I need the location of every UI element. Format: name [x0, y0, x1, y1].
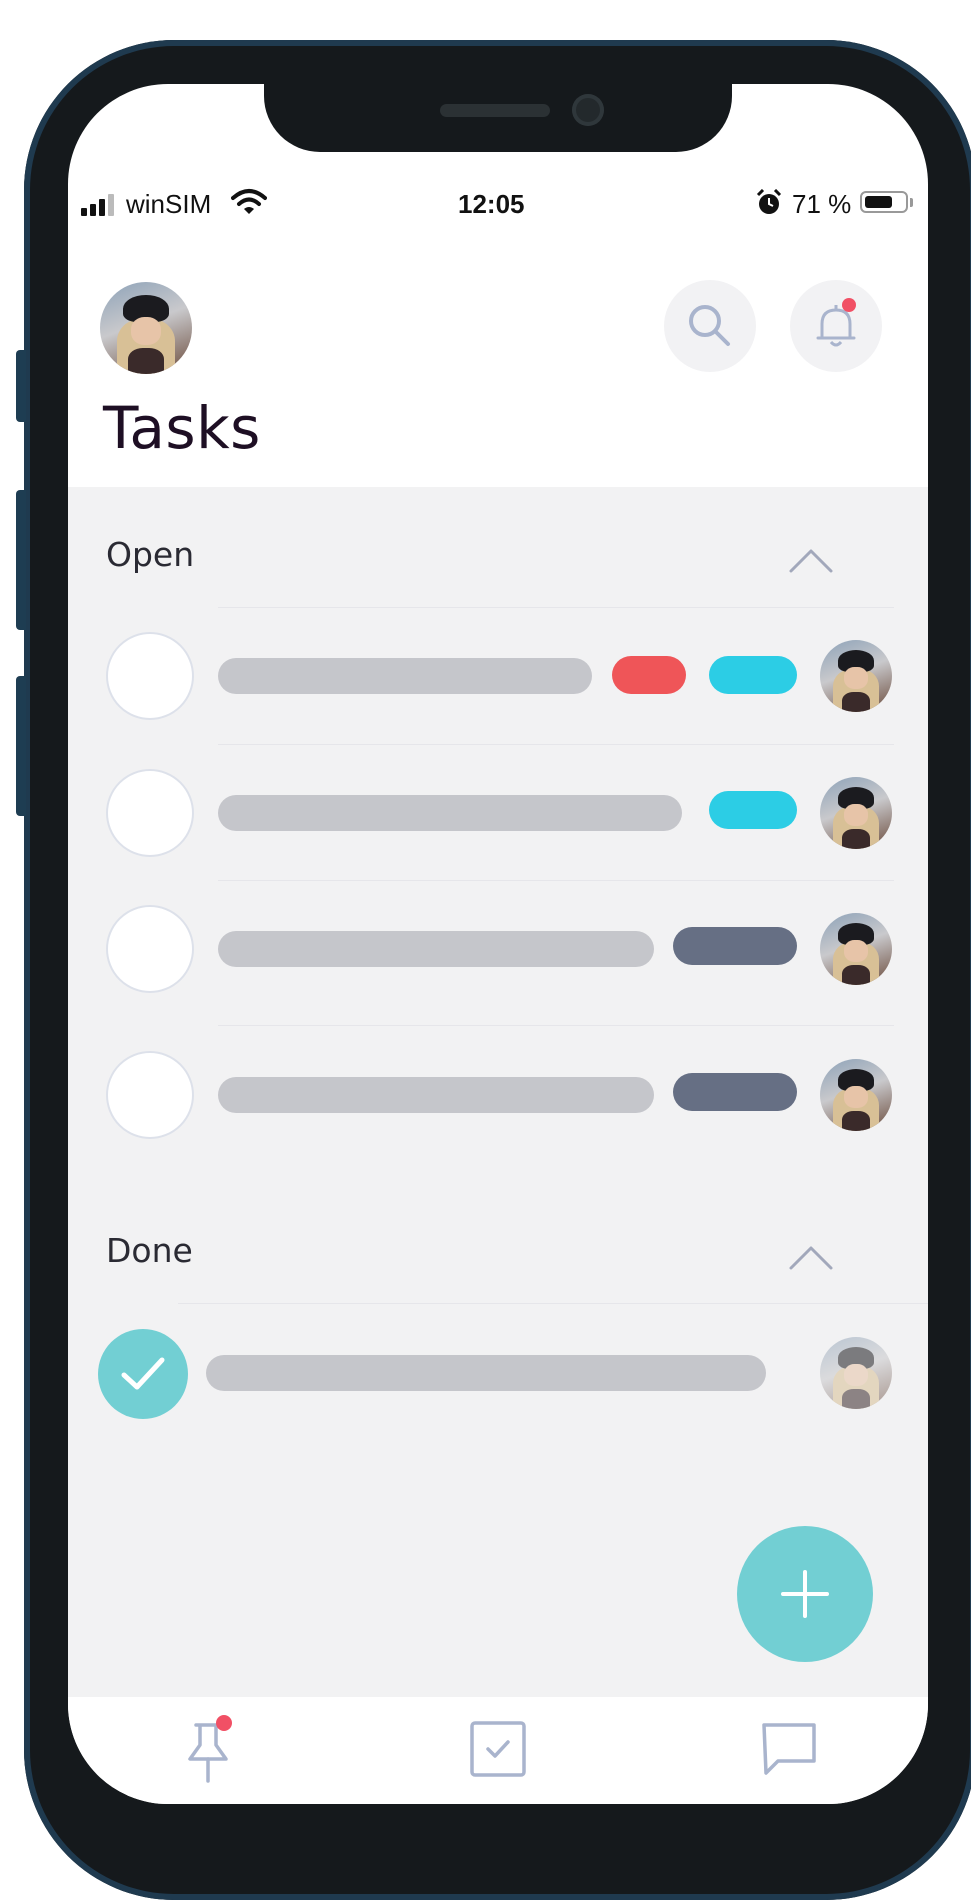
task-checkbox[interactable]	[106, 632, 194, 720]
tab-tasks[interactable]	[448, 1697, 548, 1804]
page-title: Tasks	[103, 394, 261, 462]
pinned-badge	[216, 1715, 232, 1731]
task-title-placeholder	[218, 658, 592, 694]
task-row[interactable]	[68, 608, 928, 744]
completed-checkbox[interactable]	[98, 1329, 188, 1419]
tab-chat[interactable]	[740, 1697, 840, 1804]
volume-up-button	[16, 490, 26, 630]
status-bar: winSIM 12:05 71 %	[68, 186, 928, 222]
task-title-placeholder	[218, 1077, 654, 1113]
battery-percentage: 71 %	[792, 189, 852, 219]
assignee-avatar[interactable]	[820, 1337, 892, 1409]
task-checkbox[interactable]	[106, 769, 194, 857]
task-row[interactable]	[68, 745, 928, 881]
silent-switch	[16, 350, 26, 422]
status-time: 12:05	[458, 189, 525, 219]
task-row[interactable]	[68, 1027, 928, 1163]
speaker	[440, 104, 550, 117]
task-checkbox[interactable]	[106, 1051, 194, 1139]
carrier-name: winSIM	[126, 189, 212, 219]
profile-avatar[interactable]	[100, 282, 192, 374]
task-list: Open Done	[68, 487, 928, 1697]
chevron-up-icon	[789, 1246, 833, 1270]
section-title-done: Done	[106, 1231, 193, 1270]
assignee-avatar[interactable]	[820, 640, 892, 712]
tab-bar	[68, 1697, 928, 1804]
task-title-placeholder	[218, 931, 654, 967]
section-title-open: Open	[106, 535, 195, 574]
battery-level	[865, 196, 892, 208]
assignee-avatar[interactable]	[820, 777, 892, 849]
tag-slate	[673, 1073, 797, 1111]
add-task-button[interactable]	[737, 1526, 873, 1662]
assignee-avatar[interactable]	[820, 1059, 892, 1131]
battery-tip	[910, 198, 913, 207]
divider	[178, 1303, 928, 1304]
completed-task-row[interactable]	[68, 1305, 928, 1441]
collapse-done-button[interactable]	[788, 1242, 834, 1272]
notch	[264, 84, 732, 152]
signal-icon	[81, 194, 121, 216]
checkmark-icon	[121, 1357, 165, 1390]
task-title-placeholder	[218, 795, 682, 831]
task-checkbox[interactable]	[106, 905, 194, 993]
tag-cyan	[709, 656, 797, 694]
collapse-open-button[interactable]	[788, 545, 834, 575]
chevron-up-icon	[789, 549, 833, 573]
search-button[interactable]	[664, 280, 756, 372]
task-title-placeholder	[206, 1355, 766, 1391]
checkbox-icon	[470, 1721, 526, 1777]
assignee-avatar[interactable]	[820, 913, 892, 985]
notifications-button[interactable]	[790, 280, 882, 372]
volume-down-button	[16, 676, 26, 816]
divider	[218, 1025, 894, 1026]
front-camera	[572, 94, 604, 126]
tag-slate	[673, 927, 797, 965]
task-row[interactable]	[68, 881, 928, 1017]
notification-badge	[842, 298, 856, 312]
search-icon	[689, 305, 730, 346]
alarm-icon	[756, 188, 782, 224]
chat-icon	[762, 1723, 816, 1775]
plus-icon	[781, 1570, 829, 1618]
battery-icon	[860, 191, 908, 213]
tag-cyan	[709, 791, 797, 829]
app-screen: winSIM 12:05 71 % Tasks Open Done	[68, 84, 928, 1804]
wifi-icon	[231, 188, 267, 223]
tab-pinned[interactable]	[158, 1697, 258, 1804]
tag-red	[612, 656, 686, 694]
